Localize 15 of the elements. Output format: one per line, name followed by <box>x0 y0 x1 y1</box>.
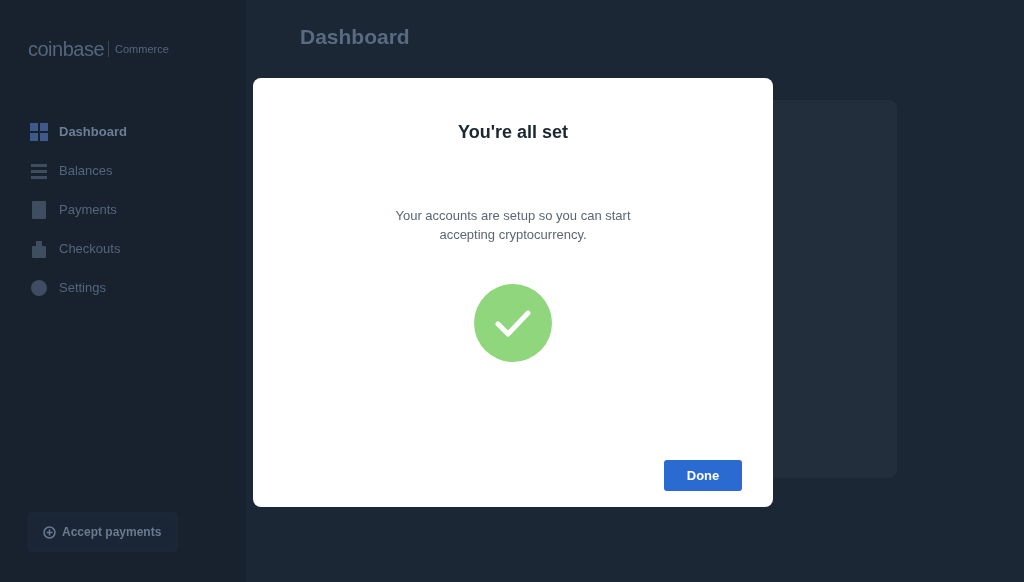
logo-subtitle: Commerce <box>108 40 169 58</box>
checkmark-icon <box>474 283 552 362</box>
dialog-title: You're all set <box>458 122 568 144</box>
dialog-message: Your accounts are setup so you can start accepting cryptocurrency. <box>394 206 632 244</box>
sidebar-item[interactable]: Payments <box>28 190 218 229</box>
accept-payments-button[interactable]: Accept payments <box>28 512 178 552</box>
page-title: Dashboard <box>300 24 411 50</box>
sidebar-item[interactable]: Settings <box>28 268 218 307</box>
sidebar-item[interactable]: Checkouts <box>28 229 218 268</box>
done-button[interactable]: Done <box>664 460 742 491</box>
logo-text: coinbase <box>28 37 105 62</box>
sidebar-item[interactable]: Dashboard <box>28 112 218 151</box>
plus-circle-icon <box>43 525 56 539</box>
nav-icon <box>28 120 50 143</box>
sidebar-item[interactable]: Balances <box>28 151 218 190</box>
